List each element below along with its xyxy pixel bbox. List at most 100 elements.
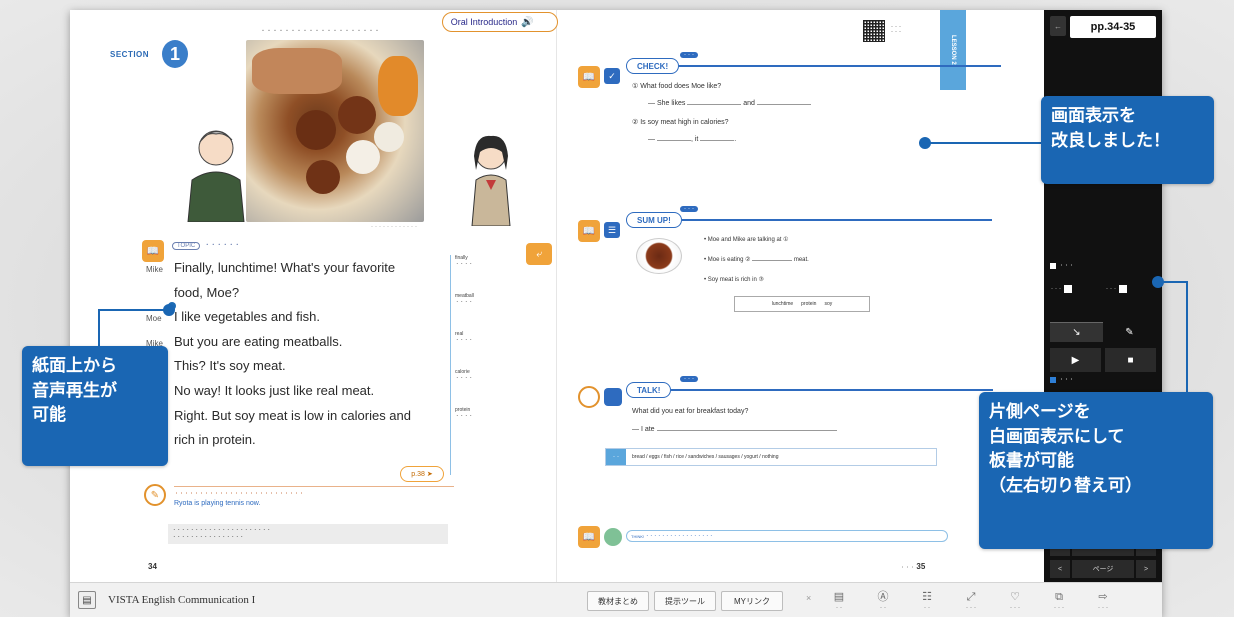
grammar-icon[interactable]: ✎: [144, 484, 166, 506]
checkbox-icon[interactable]: ✓: [604, 68, 620, 84]
overlay-toggle[interactable]: ・・・: [1050, 262, 1074, 269]
glossary-word: finally: [455, 255, 468, 261]
glossary: finally ・・・・ meatball ・・・・ real ・・・・ calori…: [450, 255, 512, 475]
callout-line: 紙面上から: [32, 356, 117, 376]
section-label: SECTION: [110, 50, 150, 59]
play-button[interactable]: ▶: [1050, 348, 1101, 372]
sumup-item: • Soy meat is rich in ③: [704, 277, 764, 283]
talk-answer-blank[interactable]: [656, 430, 837, 431]
material-summary-button[interactable]: 教材まとめ: [587, 591, 649, 611]
right-page-number: 35: [916, 562, 926, 571]
think-textbook-icon[interactable]: 📖: [578, 526, 600, 548]
mike-illustration: [187, 130, 245, 222]
think-icon[interactable]: [604, 528, 622, 546]
section-number: 1: [162, 40, 188, 68]
line-text: But you are eating meatballs.: [174, 333, 343, 349]
glossary-word: protein: [455, 407, 471, 413]
next-page-button[interactable]: >: [1136, 560, 1156, 578]
callout-screen-improved: 画面表示を 改良しました！: [1041, 96, 1214, 184]
check-header: CHECK!: [626, 58, 1002, 74]
bento-photo: [246, 40, 424, 222]
qr-code[interactable]: [863, 20, 885, 42]
left-white-toggle[interactable]: ・・・: [1050, 278, 1101, 300]
glossary-item: protein ・・・・: [455, 407, 512, 419]
book-icon[interactable]: ☷ ・・: [910, 587, 944, 615]
check-question-2: ② Is soy meat high in calories?: [632, 119, 729, 126]
textbook-spread: ・・・・・・・・・・・・・・・・・・・・ Oral Introduction 🔊…: [70, 10, 1044, 582]
back-button[interactable]: ←: [1050, 16, 1066, 36]
share-icon[interactable]: ⧉ ・・・: [1042, 587, 1076, 615]
continuous-play-toggle[interactable]: ・・・: [1050, 376, 1074, 383]
glossary-item: real ・・・・: [455, 331, 512, 343]
callout-line-screen: [930, 142, 1042, 144]
callout-line: 板書が可能: [989, 451, 1074, 472]
my-link-button[interactable]: MYリンク: [721, 591, 783, 611]
exit-icon[interactable]: ⇨ ・・・: [1086, 587, 1120, 615]
callout-line: 音声再生が: [32, 380, 117, 401]
close-icon[interactable]: ×: [806, 593, 811, 603]
think-label: THINK!: [631, 533, 645, 539]
page-icon[interactable]: ▤ ・・: [822, 587, 856, 615]
answer-blank[interactable]: [756, 104, 811, 105]
callout-line: 画面表示を: [1051, 106, 1136, 126]
think-bar: THINK! ・・・・・・・・・・・・・・・・・: [626, 530, 948, 542]
oral-introduction-button[interactable]: Oral Introduction 🔊: [442, 12, 558, 32]
app-title: VISTA English Communication I: [108, 594, 256, 606]
topic-label: TOPIC ・・・・・・: [172, 240, 240, 250]
moe-illustration: [471, 135, 511, 226]
grammar-example: Ryota is playing tennis now.: [174, 500, 261, 507]
page-white-toggles: ・・・ ・・・: [1050, 278, 1156, 300]
speaker-name: Mike: [146, 265, 163, 274]
text-icon[interactable]: Ⓐ ・・: [866, 587, 900, 615]
menu-icon[interactable]: ▤: [78, 591, 96, 609]
answer-start: — She likes: [648, 100, 686, 107]
playback-controls: ▶ ■: [1050, 348, 1156, 372]
marker-tool-icon[interactable]: ↘: [1050, 322, 1103, 342]
glossary-item: finally ・・・・: [455, 255, 512, 267]
prev-page-button[interactable]: <: [1050, 560, 1070, 578]
stop-button[interactable]: ■: [1105, 348, 1156, 372]
left-page-number: 34: [148, 562, 157, 571]
textbook-icon[interactable]: 📖: [142, 240, 164, 262]
meatball-plate-image: [636, 238, 682, 274]
fullscreen-icon[interactable]: ⤢ ・・・: [954, 587, 988, 615]
overlay-checkbox[interactable]: [1050, 262, 1056, 269]
favorite-icon[interactable]: ♡ ・・・: [998, 587, 1032, 615]
toggle-switch[interactable]: [1064, 285, 1072, 293]
word-bank: lunchtime protein soy: [734, 296, 870, 312]
photo-caption: ・・・・・・・・・・・・: [370, 224, 418, 229]
callout-line-audio-h: [98, 309, 164, 311]
line-text: rich in protein.: [174, 432, 256, 448]
talk-label: TALK!: [626, 382, 672, 398]
page-jump-button[interactable]: ページ: [1072, 560, 1134, 578]
sumup-blank[interactable]: [752, 260, 793, 261]
page-link-icon[interactable]: ⤶: [526, 243, 552, 265]
line-text: food, Moe?: [174, 284, 240, 300]
toggle-switch[interactable]: [1119, 285, 1127, 293]
header-rule: [681, 219, 992, 221]
talk-square-icon[interactable]: [604, 388, 622, 406]
pen-tool-icon[interactable]: ✎: [1103, 322, 1156, 342]
continuous-play-checkbox[interactable]: [1050, 376, 1056, 383]
right-white-toggle[interactable]: ・・・: [1105, 278, 1156, 300]
page-gutter: [556, 10, 557, 582]
glossary-word: calorie: [455, 369, 470, 375]
talk-pencil-icon[interactable]: [578, 386, 600, 408]
answer-blank[interactable]: [656, 140, 691, 141]
line-text: This? It's soy meat.: [174, 358, 286, 374]
lesson-tab: LESSON 2: [940, 10, 966, 90]
check-textbook-icon[interactable]: 📖: [578, 66, 600, 88]
bottom-toolbar: ▤ VISTA English Communication I 教材まとめ 提示…: [70, 582, 1162, 617]
sumup-square-icon[interactable]: ☰: [604, 222, 620, 238]
page-reference-button[interactable]: p.38 ➤: [400, 466, 444, 482]
presentation-tool-button[interactable]: 提示ツール: [654, 591, 716, 611]
sumup-item: • Moe is eating ② meat.: [704, 256, 809, 263]
sumup-textbook-icon[interactable]: 📖: [578, 220, 600, 242]
answer-blank[interactable]: [687, 104, 742, 105]
answer-blank[interactable]: [700, 140, 735, 141]
callout-line: 改良しました！: [1051, 130, 1170, 151]
glossary-item: meatball ・・・・: [455, 293, 512, 305]
line-text: Right. But soy meat is low in calories a…: [174, 407, 411, 423]
word-bank-item: protein: [801, 301, 817, 307]
top-note: ・・・・・・・・・・・・・・・・・・・・: [260, 29, 381, 35]
